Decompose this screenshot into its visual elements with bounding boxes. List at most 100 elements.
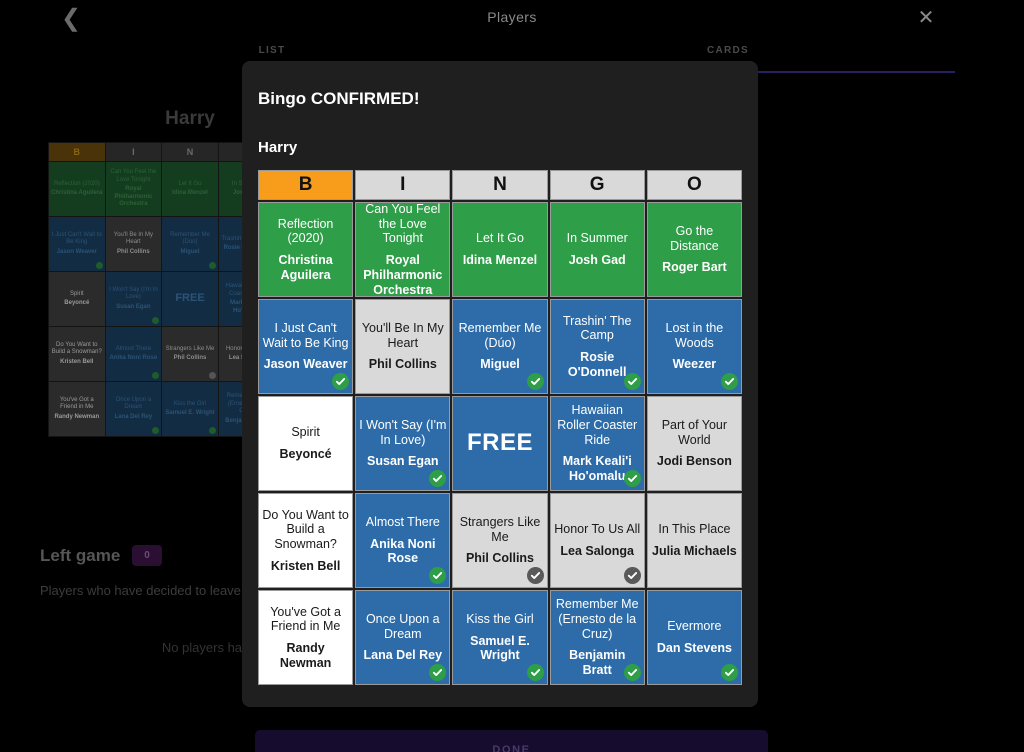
bingo-cell-song: You've Got a Friend in Me: [270, 604, 341, 634]
bingo-cell-song: Remember Me (Ernesto de la Cruz): [555, 597, 639, 641]
background-bingo-cell: I Won't Say (I'm In Love) Susan Egan: [105, 272, 162, 326]
bingo-cell[interactable]: Trashin' The Camp Rosie O'Donnell: [549, 299, 645, 394]
app-root: ❮ Players ✕ LIST CARDS Harry BINGOReflec…: [0, 0, 1024, 752]
bingo-cell-artist: Christina Aguilera: [278, 253, 333, 282]
bingo-cell[interactable]: Go the Distance Roger Bart: [646, 202, 742, 297]
bingo-cell-song: Trashin' The Camp: [563, 313, 632, 343]
check-icon: [623, 664, 641, 681]
background-column-header: B: [49, 143, 105, 161]
background-check-icon: [152, 317, 160, 324]
bingo-column-header-g: G: [549, 170, 645, 200]
check-icon: [332, 373, 350, 390]
check-icon: [526, 664, 544, 681]
bingo-cell-artist: Lana Del Rey: [363, 648, 443, 663]
background-bingo-cell: You'll Be In My Heart Phil Collins: [105, 217, 162, 271]
modal-player-name: Harry: [258, 139, 298, 156]
page-title: Players: [487, 9, 537, 25]
bingo-column-header-n: N: [452, 170, 548, 200]
check-icon: [720, 664, 738, 681]
bingo-cell[interactable]: Part of Your World Jodi Benson: [646, 396, 742, 491]
bingo-cell-song: Strangers Like Me: [459, 514, 541, 544]
bingo-cell-artist: Randy Newman: [279, 641, 332, 670]
bingo-cell-artist: Weezer: [672, 357, 717, 372]
bingo-cell-song: I Just Can't Wait to Be King: [262, 320, 349, 350]
background-bingo-cell: Remember Me (Dúo) Miguel: [162, 217, 218, 271]
left-game-count-badge: 0: [132, 545, 162, 566]
bingo-cell[interactable]: Do You Want to Build a Snowman? Kristen B…: [258, 493, 354, 588]
bingo-cell[interactable]: Can You Feel the Love Tonight Royal Philh…: [355, 202, 451, 297]
bingo-cell-artist: Roger Bart: [662, 260, 727, 275]
bingo-cell[interactable]: In This Place Julia Michaels: [646, 493, 742, 588]
background-bingo-cell: Reflection (2020) Christina Aguilera: [49, 162, 105, 216]
check-icon: [526, 373, 544, 390]
check-icon: [429, 664, 447, 681]
bingo-cell-artist: Susan Egan: [367, 454, 439, 469]
bingo-cell[interactable]: I Just Can't Wait to Be King Jason Weaver: [258, 299, 354, 394]
left-game-title: Left game: [40, 545, 121, 565]
bingo-cell[interactable]: Evermore Dan Stevens: [646, 590, 742, 685]
bingo-column-header-b: B: [258, 170, 354, 200]
top-bar: ❮ Players ✕: [0, 0, 1024, 38]
bingo-cell-song: Go the Distance: [670, 223, 719, 253]
bingo-cell-artist: Kristen Bell: [270, 558, 341, 573]
bingo-cell-song: Can You Feel the Love Tonight: [365, 202, 441, 246]
bingo-cell-artist: Samuel E. Wright: [470, 633, 530, 663]
background-column-header: I: [105, 143, 162, 161]
close-icon[interactable]: ✕: [913, 5, 939, 31]
tab-cards[interactable]: CARDS: [688, 45, 768, 56]
bingo-cell-artist: Anika Noni Rose: [370, 536, 436, 566]
bingo-cell-song: Let It Go: [476, 231, 524, 246]
bingo-cell-artist: Royal Philharmonic Orchestra: [363, 253, 443, 297]
background-bingo-cell: Strangers Like Me Phil Collins: [162, 327, 218, 381]
bingo-cell[interactable]: Honor To Us All Lea Salonga: [549, 493, 645, 588]
bingo-cell-artist: Lea Salonga: [560, 544, 635, 558]
bingo-cell[interactable]: Remember Me (Dúo) Miguel: [452, 299, 548, 394]
bingo-cell[interactable]: I Won't Say (I'm In Love) Susan Egan: [355, 396, 451, 491]
background-bingo-cell: Kiss the Girl Samuel E. Wright: [162, 382, 218, 436]
bingo-cell-song: Once Upon a Dream: [365, 611, 440, 641]
background-check-icon: [152, 372, 160, 379]
bingo-cell-song: Hawaiian Roller Coaster Ride: [557, 403, 638, 447]
bingo-column-header-o: O: [646, 170, 742, 200]
bingo-cell[interactable]: Lost in the Woods Weezer: [646, 299, 742, 394]
bingo-confirmed-modal: Bingo CONFIRMED! Harry B I N G O Reflection (…: [242, 61, 758, 707]
background-check-icon: [208, 427, 216, 434]
bingo-cell-song: In This Place: [658, 522, 731, 537]
done-button[interactable]: DONE: [255, 730, 768, 752]
bingo-cell[interactable]: Remember Me (Ernesto de la Cruz) Benjamin…: [549, 590, 645, 685]
bingo-cell[interactable]: Spirit Beyoncé: [258, 396, 354, 491]
bingo-cell-artist: Josh Gad: [568, 253, 626, 267]
bingo-card-grid: B I N G O Reflection (2020) Christina Aguilera…: [258, 170, 742, 685]
background-bingo-cell: Let It Go Idina Menzel: [162, 162, 218, 216]
bingo-cell[interactable]: FREE: [452, 396, 548, 491]
bingo-cell-artist: Jodi Benson: [656, 454, 732, 469]
bingo-column-header-i: I: [355, 170, 451, 200]
check-icon: [623, 567, 641, 584]
bingo-cell[interactable]: Almost There Anika Noni Rose: [355, 493, 451, 588]
background-check-icon: [95, 262, 103, 269]
bingo-cell-song: Reflection (2020): [277, 216, 334, 246]
background-check-icon: [208, 262, 216, 269]
bingo-cell[interactable]: Let It Go Idina Menzel: [452, 202, 548, 297]
bingo-cell[interactable]: Reflection (2020) Christina Aguilera: [258, 202, 354, 297]
tab-list[interactable]: LIST: [232, 45, 312, 56]
background-check-icon: [152, 427, 160, 434]
background-column-header: N: [162, 143, 218, 161]
bingo-cell[interactable]: You've Got a Friend in Me Randy Newman: [258, 590, 354, 685]
bingo-cell[interactable]: Hawaiian Roller Coaster Ride Mark Keali'i…: [549, 396, 645, 491]
bingo-cell[interactable]: Once Upon a Dream Lana Del Rey: [355, 590, 451, 685]
bingo-cell-song: You'll Be In My Heart: [361, 320, 444, 350]
bingo-cell-song: In Summer: [566, 231, 628, 246]
check-icon: [623, 470, 641, 487]
background-bingo-cell: I Just Can't Wait to Be King Jason Weaver: [49, 217, 105, 271]
bingo-cell-artist: Dan Stevens: [656, 641, 732, 655]
bingo-cell-song: Almost There: [365, 514, 440, 529]
bingo-cell[interactable]: Kiss the Girl Samuel E. Wright: [452, 590, 548, 685]
bingo-cell-artist: Jason Weaver: [263, 357, 348, 372]
bingo-cell[interactable]: Strangers Like Me Phil Collins: [452, 493, 548, 588]
left-game-header: Left game 0: [40, 545, 162, 566]
bingo-cell[interactable]: You'll Be In My Heart Phil Collins: [355, 299, 451, 394]
background-bingo-cell: Do You Want to Build a Snowman? Kristen B…: [49, 327, 105, 381]
bingo-cell-artist: Phil Collins: [368, 357, 437, 372]
bingo-cell[interactable]: In Summer Josh Gad: [549, 202, 645, 297]
